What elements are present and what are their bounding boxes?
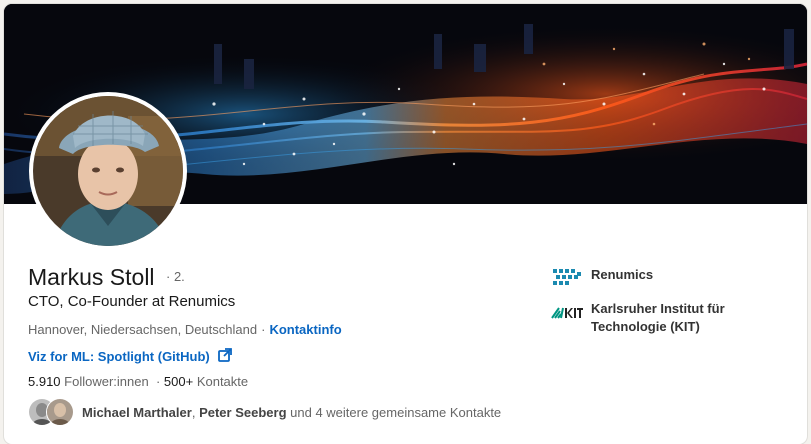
- network-counts: 5.910 Follower:innen · 500+ Kontakte: [28, 374, 249, 389]
- experience-name: Karlsruher Institut für Technologie (KIT…: [591, 301, 725, 334]
- mutual-rest: und 4 weitere gemeinsame Kontakte: [290, 404, 502, 420]
- website-link[interactable]: Viz for ML: Spotlight (GitHub): [28, 348, 232, 365]
- followers-count: 5.910: [28, 374, 61, 389]
- experience-name: Renumics: [591, 267, 654, 282]
- connections-link[interactable]: 500+ Kontakte: [164, 374, 248, 389]
- connection-degree: · 2.: [166, 269, 185, 284]
- external-link-icon: [217, 348, 232, 365]
- mutual-person-2: Peter Seeberg: [199, 404, 287, 420]
- mutual-person-1: Michael Marthaler: [82, 404, 192, 420]
- mutual-comma: ,: [191, 404, 196, 420]
- experience-summary: Renumics Karlsruher Institut für Technol…: [551, 266, 761, 346]
- mutual-text: Michael Marthaler, Peter Seeberg und 4 w…: [82, 405, 501, 420]
- connections-count: 500+: [163, 374, 194, 389]
- profile-photo: [33, 96, 183, 246]
- mutual-connections[interactable]: Michael Marthaler, Peter Seeberg und 4 w…: [28, 397, 501, 427]
- separator-dot: ·: [261, 322, 266, 337]
- contact-info-link[interactable]: Kontaktinfo: [269, 322, 341, 337]
- mutual-avatars: [28, 398, 76, 426]
- profile-headline: CTO, Co-Founder at Renumics: [28, 293, 236, 310]
- experience-item-renumics[interactable]: Renumics: [551, 266, 761, 290]
- renumics-logo-icon: [551, 266, 583, 290]
- profile-avatar[interactable]: [29, 92, 187, 250]
- location-row: Hannover, Niedersachsen, Deutschland · Kon…: [28, 322, 342, 337]
- experience-item-kit[interactable]: Karlsruher Institut für Technologie (KIT…: [551, 300, 761, 336]
- profile-location: Hannover, Niedersachsen, Deutschland: [28, 322, 258, 337]
- profile-card: Markus Stoll · 2. CTO, Co-Founder at Ren…: [4, 4, 807, 444]
- followers-link[interactable]: 5.910 Follower:innen: [28, 374, 149, 389]
- profile-name: Markus Stoll: [28, 264, 155, 290]
- mutual-avatar-2: [46, 398, 74, 426]
- kit-logo-icon: [551, 300, 583, 324]
- website-label: Viz for ML: Spotlight (GitHub): [28, 349, 210, 364]
- connections-label: Kontakte: [196, 374, 249, 389]
- followers-label: Follower:innen: [64, 374, 149, 389]
